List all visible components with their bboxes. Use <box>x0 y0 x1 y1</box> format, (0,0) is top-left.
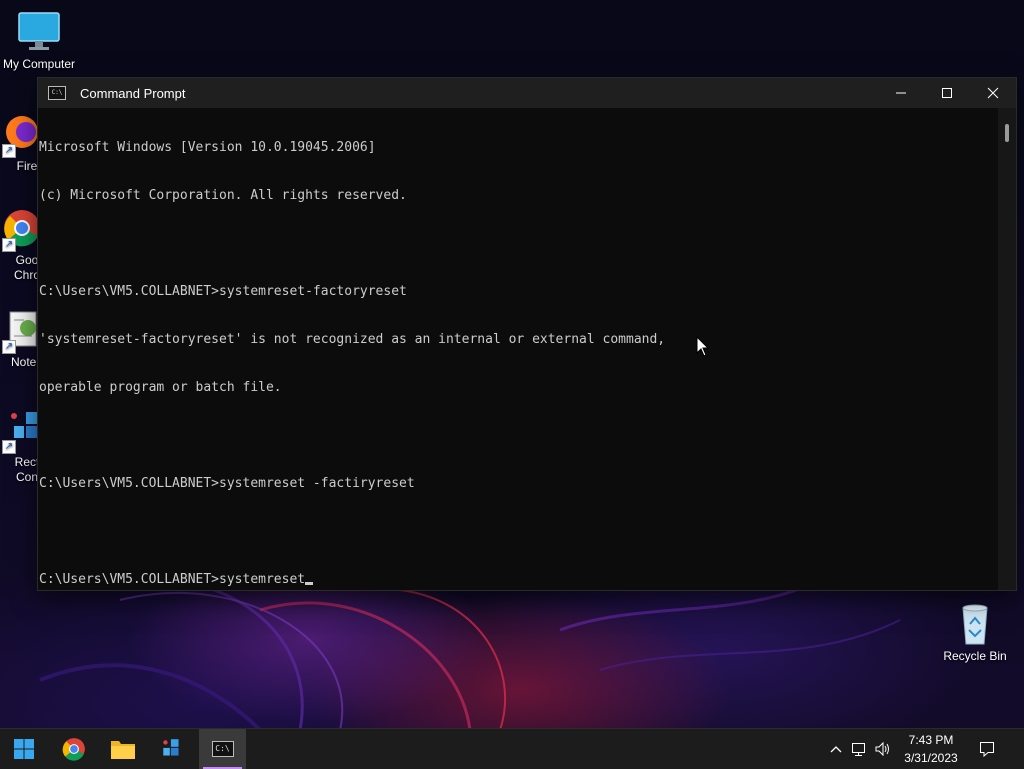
desktop-icon-my-computer[interactable]: My Computer <box>1 10 77 71</box>
close-button[interactable] <box>970 78 1016 108</box>
scrollbar-thumb[interactable] <box>1005 124 1009 142</box>
console-line: operable program or batch file. <box>39 380 282 395</box>
network-button[interactable] <box>849 729 869 769</box>
console-current-input[interactable]: C:\Users\VM5.COLLABNET>systemreset <box>39 572 305 587</box>
shortcut-arrow-icon: ↗ <box>2 340 16 354</box>
recycle-bin-icon <box>953 602 997 646</box>
network-icon <box>852 743 865 756</box>
close-icon <box>987 87 999 99</box>
taskbar-clock[interactable]: 7:43 PM 3/31/2023 <box>896 729 966 769</box>
taskbar-command-prompt-button[interactable]: C:\ <box>199 729 246 769</box>
maximize-icon <box>942 88 952 98</box>
taskbar-file-explorer-button[interactable] <box>101 729 145 769</box>
console-line: (c) Microsoft Corporation. All rights re… <box>39 188 407 203</box>
command-prompt-window[interactable]: C:\ Command Prompt Microsoft Windows [Ve… <box>38 78 1016 590</box>
clock-date: 3/31/2023 <box>904 751 958 765</box>
window-titlebar[interactable]: C:\ Command Prompt <box>38 78 1016 108</box>
desktop-icon-label: My Computer <box>2 57 76 71</box>
windows-start-icon <box>14 739 34 759</box>
mouse-pointer-icon <box>696 336 710 357</box>
console-output[interactable]: Microsoft Windows [Version 10.0.19045.20… <box>38 108 999 588</box>
console-line: 'systemreset-factoryreset' is not recogn… <box>39 332 666 347</box>
minimize-icon <box>896 92 906 94</box>
taskbar-chrome-button[interactable] <box>52 729 96 769</box>
console-line: C:\Users\VM5.COLLABNET>systemreset-facto… <box>39 284 407 299</box>
start-button[interactable] <box>2 729 46 769</box>
clock-time: 7:43 PM <box>908 733 954 747</box>
shortcut-arrow-icon: ↗ <box>2 238 16 252</box>
console-line: Microsoft Windows [Version 10.0.19045.20… <box>39 140 376 155</box>
shortcut-arrow-icon: ↗ <box>2 144 16 158</box>
taskbar: C:\ 7:43 PM 3/31/2023 <box>0 728 1024 769</box>
text-cursor <box>305 582 314 585</box>
desktop-icon-label: Recycle Bin <box>943 649 1007 663</box>
volume-button[interactable] <box>873 729 893 769</box>
maximize-button[interactable] <box>924 78 970 108</box>
notification-icon <box>980 742 994 757</box>
console-line: C:\Users\VM5.COLLABNET>systemreset -fact… <box>39 476 415 491</box>
monitor-icon <box>17 10 61 54</box>
remote-connection-icon <box>163 739 179 756</box>
taskbar-remote-connection-button[interactable] <box>150 729 194 769</box>
vertical-scrollbar[interactable] <box>998 108 1016 590</box>
show-hidden-icons-button[interactable] <box>826 729 846 769</box>
cmd-icon: C:\ <box>211 741 234 757</box>
minimize-button[interactable] <box>878 78 924 108</box>
speaker-icon <box>875 741 889 757</box>
window-title: Command Prompt <box>80 85 186 101</box>
folder-icon <box>111 741 135 759</box>
desktop-icon-recycle-bin[interactable]: Recycle Bin <box>937 602 1013 663</box>
notifications-button[interactable] <box>976 729 998 769</box>
chevron-up-icon <box>830 746 842 753</box>
chrome-icon <box>62 738 85 761</box>
shortcut-arrow-icon: ↗ <box>2 440 16 454</box>
console-input-line[interactable]: C:\Users\VM5.COLLABNET>systemreset <box>39 572 999 588</box>
cmd-icon: C:\ <box>48 86 66 100</box>
